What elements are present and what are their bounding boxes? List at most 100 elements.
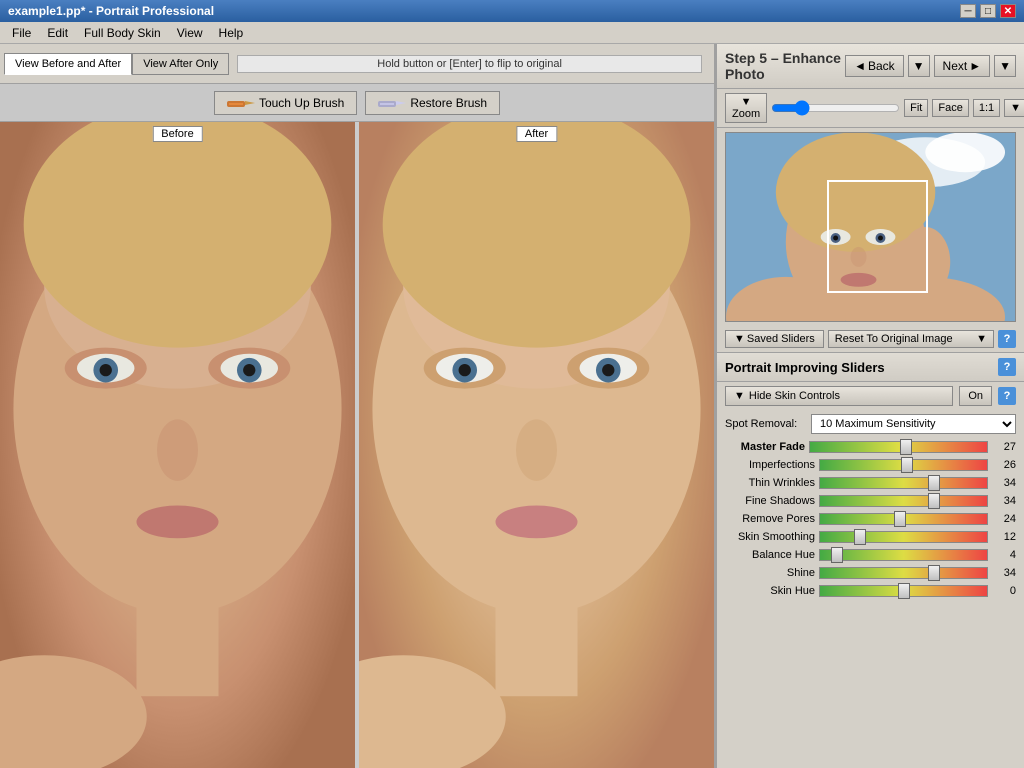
before-image [0, 122, 355, 768]
slider-label-7: Shine [725, 567, 815, 579]
slider-thumb-8[interactable] [898, 583, 910, 599]
back-button[interactable]: ◄ Back [845, 55, 904, 77]
next-label: Next [943, 59, 968, 73]
sliders-help-button[interactable]: ? [998, 358, 1016, 376]
touch-up-brush-button[interactable]: Touch Up Brush [214, 91, 357, 115]
flip-message: Hold button or [Enter] to flip to origin… [237, 55, 702, 73]
restore-brush-button[interactable]: Restore Brush [365, 91, 500, 115]
menu-file[interactable]: File [4, 24, 39, 42]
saved-sliders-button[interactable]: ▼ Saved Sliders [725, 330, 824, 348]
menu-help[interactable]: Help [211, 24, 252, 42]
spot-removal-row: Spot Removal: 10 Maximum Sensitivity [717, 410, 1024, 438]
spot-removal-select[interactable]: 10 Maximum Sensitivity [811, 414, 1016, 434]
slider-track-6[interactable] [819, 549, 988, 561]
next-arrow-icon: ► [969, 59, 981, 73]
sliders-title: Portrait Improving Sliders [725, 360, 885, 375]
saved-sliders-label: Saved Sliders [747, 333, 815, 345]
nav-buttons: ◄ Back ▼ Next ► ▼ [845, 55, 1016, 77]
slider-track-1[interactable] [819, 459, 988, 471]
touch-up-brush-icon [227, 95, 255, 111]
menu-edit[interactable]: Edit [39, 24, 76, 42]
zoom-bar: ▼ Zoom Fit Face 1:1 ▼ [717, 89, 1024, 128]
hide-skin-controls-button[interactable]: ▼ Hide Skin Controls [725, 386, 953, 406]
slider-row: Shine 34 [717, 564, 1024, 582]
spot-removal-label: Spot Removal: [725, 418, 805, 430]
slider-value-7: 34 [992, 567, 1016, 579]
zoom-label: Zoom [732, 108, 760, 120]
next-button[interactable]: Next ► [934, 55, 991, 77]
view-after-only-button[interactable]: View After Only [132, 53, 229, 75]
saved-sliders-bar: ▼ Saved Sliders Reset To Original Image … [717, 326, 1024, 353]
hide-skin-controls-label: Hide Skin Controls [749, 390, 840, 402]
slider-row: Skin Hue0 [717, 582, 1024, 600]
slider-track-2[interactable] [819, 477, 988, 489]
slider-track-3[interactable] [819, 495, 988, 507]
zoom-1to1-button[interactable]: 1:1 [973, 99, 1000, 117]
slider-label-3: Fine Shadows [725, 495, 815, 507]
after-panel: After [359, 122, 714, 768]
back-arrow-icon: ◄ [854, 59, 866, 73]
restore-brush-label: Restore Brush [410, 96, 487, 110]
slider-thumb-0[interactable] [900, 439, 912, 455]
zoom-toggle-button[interactable]: ▼ Zoom [725, 93, 767, 123]
skin-controls-help-button[interactable]: ? [998, 387, 1016, 405]
brush-toolbar: Touch Up Brush Restore Brush [0, 84, 714, 122]
slider-track-4[interactable] [819, 513, 988, 525]
minimize-button[interactable]: ─ [960, 4, 976, 18]
skin-controls-triangle-icon: ▼ [734, 390, 745, 402]
restore-brush-icon [378, 95, 406, 111]
view-before-after-button[interactable]: View Before and After [4, 53, 132, 75]
menubar: File Edit Full Body Skin View Help [0, 22, 1024, 44]
slider-label-1: Imperfections [725, 459, 815, 471]
touch-up-brush-label: Touch Up Brush [259, 96, 344, 110]
slider-row: Thin Wrinkles 34 [717, 474, 1024, 492]
view-toolbar: View Before and After View After Only Ho… [0, 44, 714, 84]
maximize-button[interactable]: □ [980, 4, 996, 18]
nav-dropdown-button[interactable]: ▼ [908, 55, 930, 77]
slider-row: Remove Pores24 [717, 510, 1024, 528]
slider-row: Imperfections 26 [717, 456, 1024, 474]
slider-thumb-3[interactable] [928, 493, 940, 509]
slider-label-5: Skin Smoothing [725, 531, 815, 543]
slider-value-6: 4 [992, 549, 1016, 561]
titlebar: example1.pp* - Portrait Professional ─ □… [0, 0, 1024, 22]
slider-thumb-7[interactable] [928, 565, 940, 581]
zoom-fit-button[interactable]: Fit [904, 99, 928, 117]
slider-track-7[interactable] [819, 567, 988, 579]
menu-fullbodyskin[interactable]: Full Body Skin [76, 24, 169, 42]
sliders-header: Portrait Improving Sliders ? [717, 353, 1024, 382]
zoom-slider[interactable] [771, 101, 900, 115]
slider-rows: Master Fade27Imperfections26Thin Wrinkle… [717, 438, 1024, 600]
menu-view[interactable]: View [169, 24, 211, 42]
next-dropdown-button[interactable]: ▼ [994, 55, 1016, 77]
slider-thumb-6[interactable] [831, 547, 843, 563]
slider-value-8: 0 [992, 585, 1016, 597]
slider-value-3: 34 [992, 495, 1016, 507]
reset-help-button[interactable]: ? [998, 330, 1016, 348]
slider-track-8[interactable] [819, 585, 988, 597]
before-panel: Before [0, 122, 355, 768]
image-area: Before [0, 122, 714, 768]
slider-value-2: 34 [992, 477, 1016, 489]
slider-thumb-4[interactable] [894, 511, 906, 527]
zoom-face-button[interactable]: Face [932, 99, 968, 117]
close-button[interactable]: ✕ [1000, 4, 1016, 18]
before-label: Before [152, 126, 202, 142]
zoom-more-button[interactable]: ▼ [1004, 99, 1024, 117]
slider-track-5[interactable] [819, 531, 988, 543]
slider-thumb-1[interactable] [901, 457, 913, 473]
slider-label-0: Master Fade [725, 441, 805, 453]
reset-to-original-button[interactable]: Reset To Original Image ▼ [828, 330, 994, 348]
skin-controls-on-button[interactable]: On [959, 386, 992, 406]
slider-thumb-2[interactable] [928, 475, 940, 491]
slider-value-1: 26 [992, 459, 1016, 471]
zoom-triangle-icon: ▼ [741, 96, 752, 108]
slider-label-2: Thin Wrinkles [725, 477, 815, 489]
after-label: After [516, 126, 557, 142]
slider-value-5: 12 [992, 531, 1016, 543]
slider-label-4: Remove Pores [725, 513, 815, 525]
slider-track-0[interactable] [809, 441, 988, 453]
slider-thumb-5[interactable] [854, 529, 866, 545]
sliders-section: Portrait Improving Sliders ? ▼ Hide Skin… [717, 353, 1024, 768]
thumbnail-area [725, 132, 1016, 322]
